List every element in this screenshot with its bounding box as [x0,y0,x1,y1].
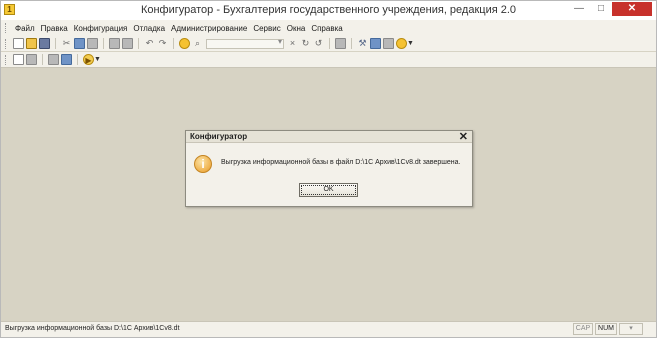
zoom-icon[interactable]: ⌕ [192,38,203,49]
toolbar-separator [138,38,139,49]
calendar-icon[interactable] [383,38,394,49]
undo-icon[interactable]: ↶ [144,38,155,49]
toolbar-separator [42,54,43,65]
info-icon: i [194,155,212,173]
status-bar: Выгрузка информационной базы D:\1C Архив… [1,321,656,337]
toolbar-grip-handle[interactable] [5,54,9,65]
redo-icon[interactable]: ↷ [157,38,168,49]
database-icon[interactable] [26,54,37,65]
configurator-window: 1 Конфигуратор - Бухгалтерия государстве… [0,0,657,338]
toolbar-separator [329,38,330,49]
close-button[interactable]: ✕ [612,2,652,16]
find-next-icon[interactable]: ↻ [300,38,311,49]
paste-icon[interactable] [87,38,98,49]
menu-edit[interactable]: Правка [38,24,71,33]
save-icon[interactable] [39,38,50,49]
compare-icon[interactable] [48,54,59,65]
open-folder-icon[interactable] [26,38,37,49]
menu-debug[interactable]: Отладка [130,24,168,33]
table-icon[interactable] [61,54,72,65]
find-icon[interactable] [179,38,190,49]
bookmark-icon[interactable] [335,38,346,49]
tools-icon[interactable]: ⚒ [357,38,368,49]
calculator-icon[interactable] [370,38,381,49]
ok-button[interactable]: OK [299,183,358,197]
print-icon[interactable] [109,38,120,49]
menu-configuration[interactable]: Конфигурация [71,24,131,33]
caps-lock-indicator: CAP [573,323,593,335]
dialog-message: Выгрузка информационной базы в файл D:\1… [221,159,461,166]
menu-file[interactable]: Файл [12,24,38,33]
menu-help[interactable]: Справка [308,24,345,33]
window-title: Конфигуратор - Бухгалтерия государственн… [140,4,517,16]
menu-bar: Файл Правка Конфигурация Отладка Админис… [1,20,656,36]
configuration-tree-icon[interactable] [13,54,24,65]
search-combo-input[interactable] [206,37,284,49]
dialog-title[interactable]: Конфигуратор [186,131,472,143]
cut-icon[interactable]: ✂ [61,38,72,49]
status-dropdown[interactable]: ▾ [619,323,643,335]
dialog-close-icon[interactable]: ✕ [459,131,468,143]
toolbar-separator [103,38,104,49]
run-icon[interactable]: ▶ [83,54,94,65]
clear-search-icon[interactable]: × [287,38,298,49]
print-preview-icon[interactable] [122,38,133,49]
secondary-toolbar: ▶ ▼ [1,52,656,68]
copy-icon[interactable] [74,38,85,49]
find-previous-icon[interactable]: ↺ [313,38,324,49]
help-icon[interactable] [396,38,407,49]
main-toolbar: ✂ ↶ ↷ ⌕ × ↻ ↺ ⚒ ▼ [1,36,656,51]
toolbar-separator [173,38,174,49]
minimize-button[interactable]: — [568,2,590,16]
menu-windows[interactable]: Окна [284,24,309,33]
toolbar-separator [351,38,352,49]
title-bar[interactable]: 1 Конфигуратор - Бухгалтерия государстве… [1,1,656,20]
num-lock-indicator: NUM [595,323,617,335]
toolbar-grip-handle[interactable] [5,38,9,49]
toolbar-separator [55,38,56,49]
menu-grip-handle[interactable] [5,23,9,33]
chevron-down-icon[interactable]: ▼ [407,40,414,47]
menu-service[interactable]: Сервис [250,24,283,33]
window-controls: — □ ✕ [568,2,652,16]
status-message: Выгрузка информационной базы D:\1C Архив… [5,325,180,332]
toolbar-separator [77,54,78,65]
menu-administration[interactable]: Администрирование [168,24,250,33]
new-document-icon[interactable] [13,38,24,49]
info-dialog: Конфигуратор ✕ i Выгрузка информационной… [185,130,473,207]
chevron-down-icon[interactable]: ▼ [94,56,101,63]
maximize-button[interactable]: □ [590,2,612,16]
